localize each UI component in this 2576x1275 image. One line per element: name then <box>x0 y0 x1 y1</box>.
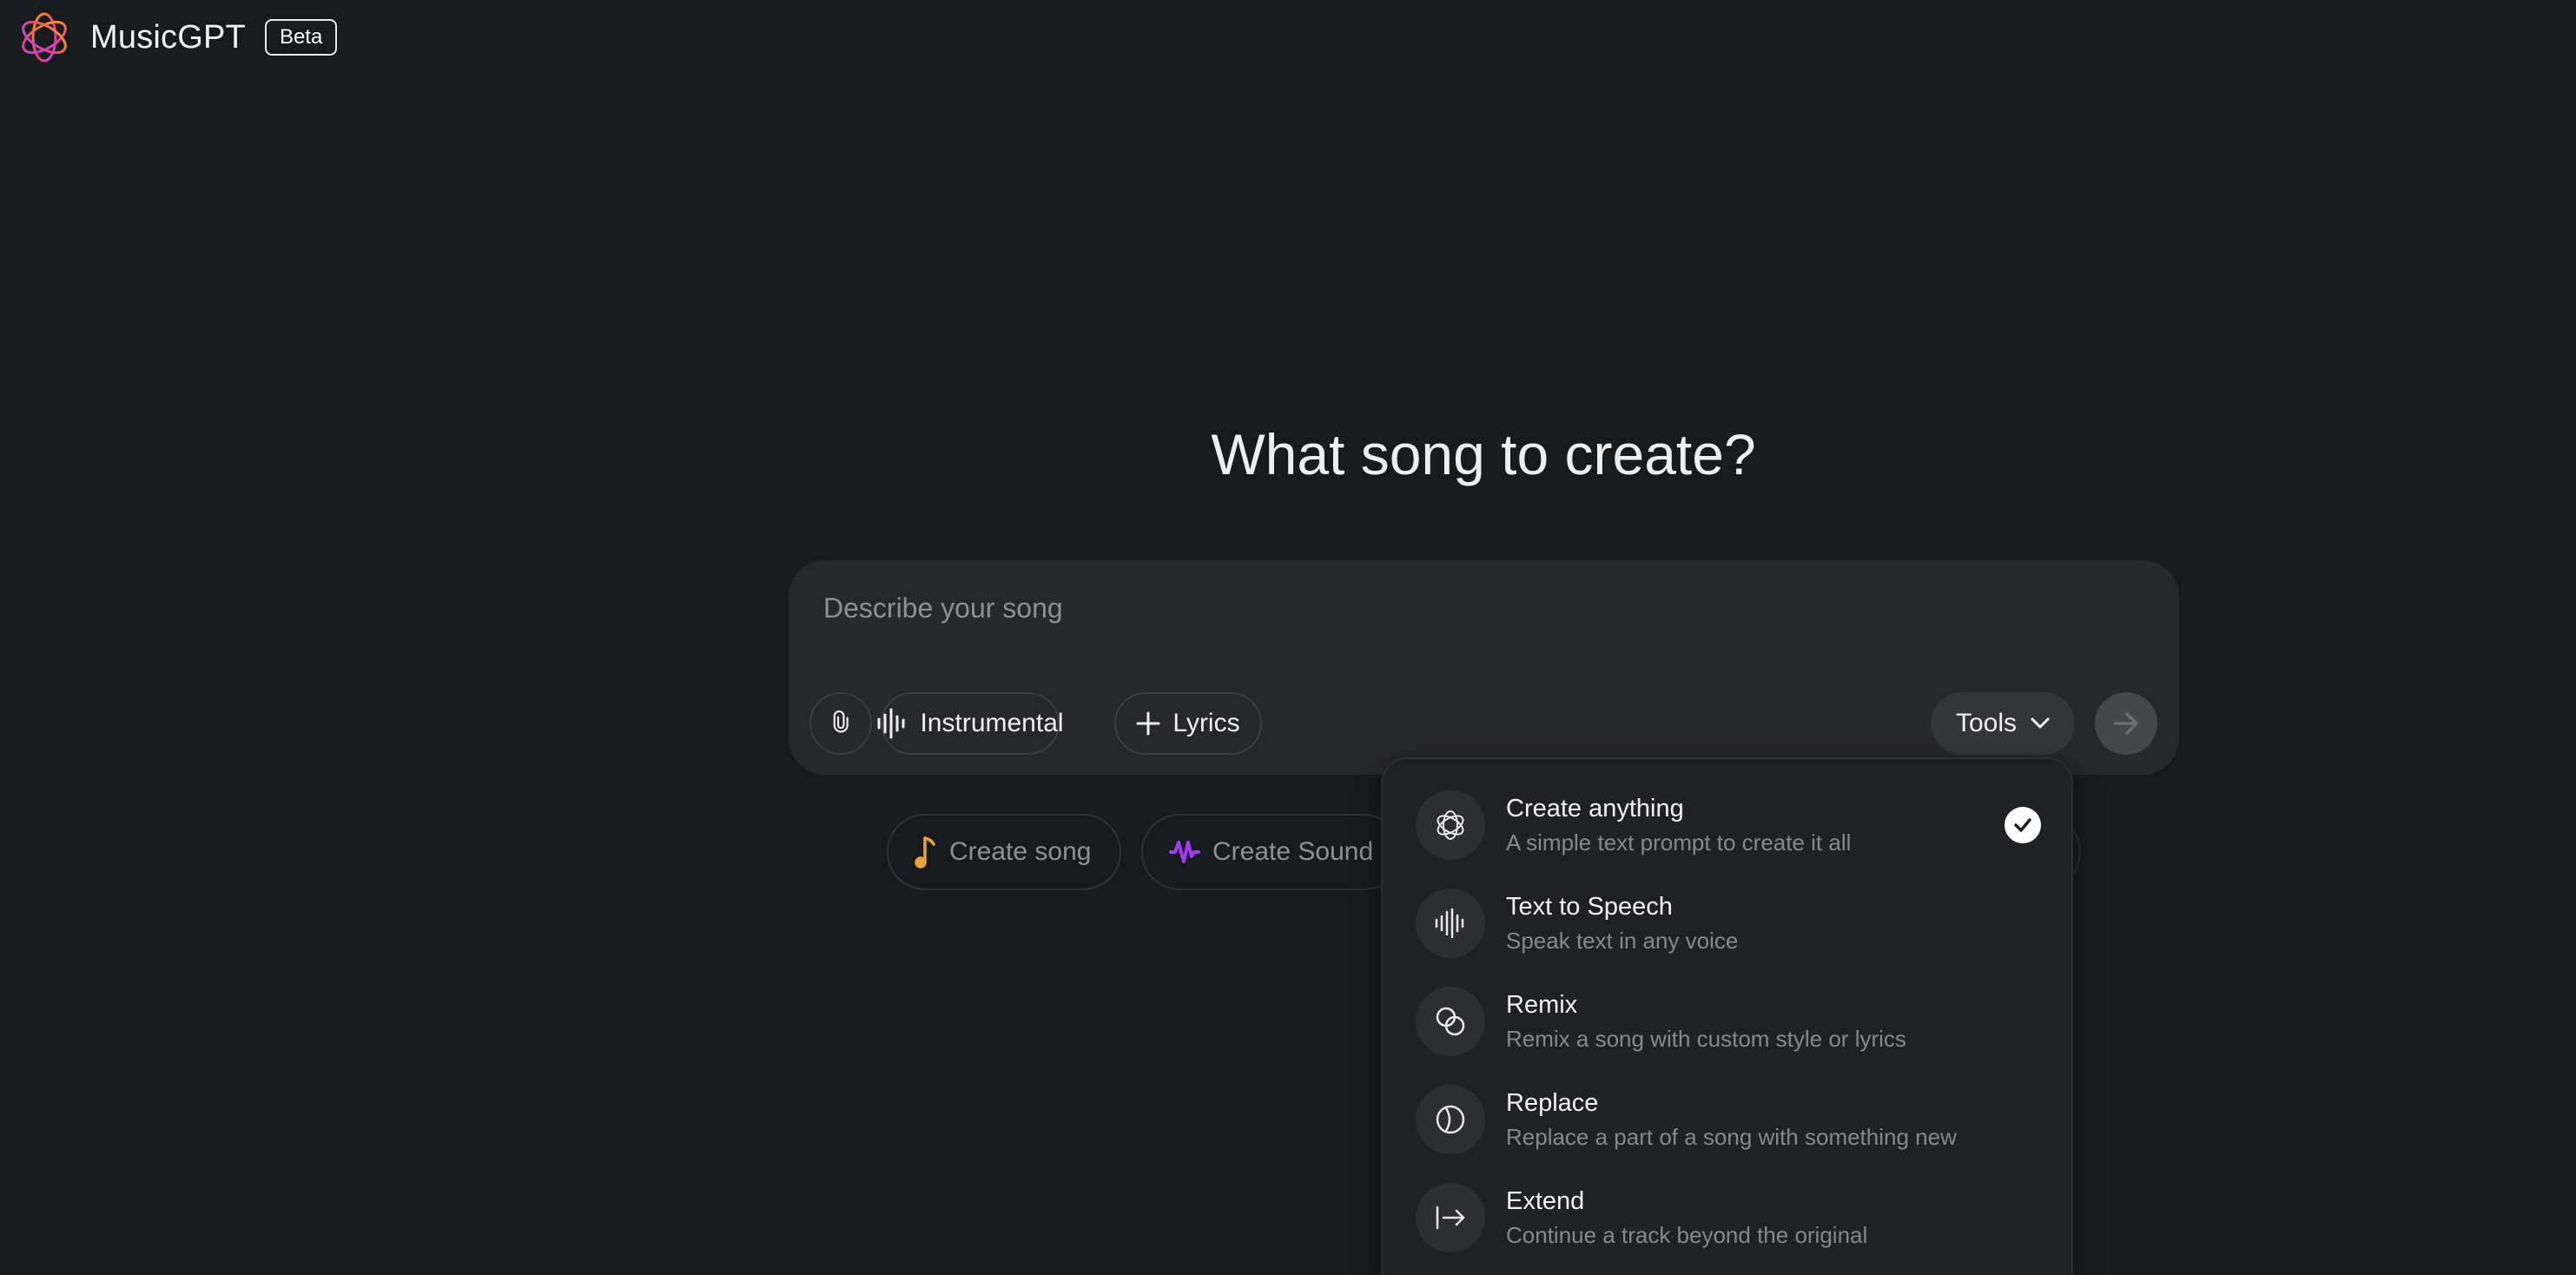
beta-badge: Beta <box>264 19 338 56</box>
song-description-input[interactable] <box>823 586 2126 630</box>
item-icon-wrap <box>1416 1085 1485 1154</box>
prompt-composer: Instrumental Lyrics Tools <box>789 560 2179 775</box>
create-song-chip[interactable]: Create song <box>887 814 1121 890</box>
instrumental-toggle[interactable]: Instrumental <box>877 692 1064 755</box>
paperclip-icon <box>833 710 849 733</box>
item-description: Continue a track beyond the original <box>1506 1222 1868 1248</box>
waveform-icon <box>877 708 905 739</box>
send-button[interactable] <box>2095 692 2157 755</box>
brand-name[interactable]: MusicGPT <box>90 19 246 56</box>
waveform-icon <box>1435 908 1464 939</box>
logo-outline-icon <box>1437 810 1464 840</box>
item-icon-wrap <box>1416 790 1485 860</box>
item-description: Replace a part of a song with something … <box>1506 1124 1957 1150</box>
item-icon-wrap <box>1416 1183 1485 1252</box>
item-title: Replace <box>1506 1089 1599 1117</box>
item-text: Text to Speech Speak text in any voice <box>1506 890 1738 956</box>
tools-dropdown-button[interactable]: Tools <box>1931 692 2075 755</box>
item-text: Replace Replace a part of a song with so… <box>1506 1087 1957 1153</box>
create-sound-label: Create Sound <box>1212 837 1374 866</box>
waveform-icon <box>1169 841 1200 863</box>
lyrics-label: Lyrics <box>1172 709 1240 737</box>
item-title: Text to Speech <box>1506 893 1673 921</box>
replace-circle-icon <box>1436 1105 1465 1134</box>
selected-check-icon <box>2005 807 2041 843</box>
app-header: MusicGPT Beta <box>16 7 338 68</box>
lyrics-button[interactable]: Lyrics <box>1114 692 1262 755</box>
menu-item-create-anything[interactable]: Create anything A simple text prompt to … <box>1416 782 2041 869</box>
item-description: Remix a song with custom style or lyrics <box>1506 1026 1906 1052</box>
menu-item-replace[interactable]: Replace Replace a part of a song with so… <box>1416 1076 2041 1163</box>
tools-menu: Create anything A simple text prompt to … <box>1381 757 2073 1275</box>
item-text: Remix Remix a song with custom style or … <box>1506 988 1906 1054</box>
extend-arrow-icon <box>1436 1206 1465 1230</box>
item-icon-wrap <box>1416 889 1485 958</box>
item-title: Extend <box>1506 1187 1585 1215</box>
instrumental-label: Instrumental <box>920 709 1064 737</box>
menu-item-text-to-speech[interactable]: Text to Speech Speak text in any voice <box>1416 880 2041 967</box>
overlapping-circles-icon <box>1436 1007 1465 1036</box>
item-description: A simple text prompt to create it all <box>1506 829 1852 856</box>
tools-label: Tools <box>1955 709 2018 737</box>
item-text: Create anything A simple text prompt to … <box>1506 792 1851 858</box>
menu-item-extend[interactable]: Extend Continue a track beyond the origi… <box>1416 1174 2041 1261</box>
attach-button[interactable] <box>809 692 872 755</box>
menu-item-remix[interactable]: Remix Remix a song with custom style or … <box>1416 978 2041 1065</box>
item-icon-wrap <box>1416 987 1485 1056</box>
item-description: Speak text in any voice <box>1506 928 1739 954</box>
plus-icon <box>1136 711 1160 736</box>
item-text: Extend Continue a track beyond the origi… <box>1506 1185 1867 1251</box>
create-song-label: Create song <box>949 837 1092 866</box>
item-title: Create anything <box>1506 795 1684 822</box>
musicgpt-logo-icon[interactable] <box>16 9 73 66</box>
page-title: What song to create? <box>1211 422 1756 486</box>
arrow-right-icon <box>2113 712 2138 735</box>
create-sound-chip[interactable]: Create Sound <box>1141 814 1402 890</box>
item-title: Remix <box>1506 991 1578 1019</box>
music-note-icon <box>915 836 935 869</box>
chevron-down-icon <box>2031 717 2050 729</box>
